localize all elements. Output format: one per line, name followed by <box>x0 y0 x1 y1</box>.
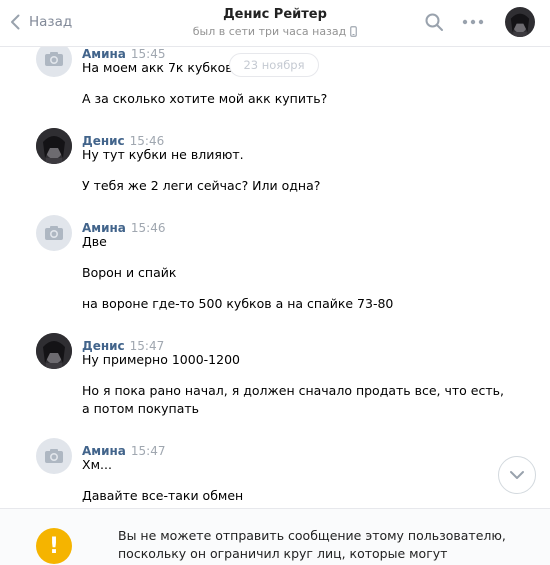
camera-icon[interactable] <box>36 438 72 474</box>
avatar[interactable] <box>36 128 72 164</box>
message-time[interactable]: 15:46 <box>130 134 165 148</box>
message-author[interactable]: Денис <box>82 134 125 148</box>
message-text: Хм... <box>82 457 112 472</box>
camera-icon[interactable] <box>36 215 72 251</box>
chevron-down-icon <box>510 471 524 479</box>
more-icon[interactable] <box>462 13 484 35</box>
message-author[interactable]: Денис <box>82 339 125 353</box>
message-text: Но я пока рано начал, я должен сначало п… <box>82 383 504 398</box>
scroll-down-button[interactable] <box>498 456 536 494</box>
message-text: У тебя же 2 леги сейчас? Или одна? <box>82 178 321 193</box>
phone-icon <box>350 26 358 37</box>
avatar[interactable] <box>505 7 535 37</box>
chat-header: Назад Денис Рейтер был в сети три часа н… <box>0 0 550 47</box>
peer-status: был в сети три часа назад <box>175 24 375 39</box>
message-time[interactable]: 15:47 <box>130 339 165 353</box>
message-time[interactable]: 15:45 <box>131 47 166 61</box>
message-author[interactable]: Амина <box>82 221 126 235</box>
peer-status-text: был в сети три часа назад <box>192 25 347 38</box>
message-text: Ну примерно 1000-1200 <box>82 352 240 367</box>
search-icon[interactable] <box>424 12 444 36</box>
message-text: Ну тут кубки не влияют. <box>82 147 244 162</box>
message-text: Две <box>82 234 107 249</box>
date-divider: 23 ноября <box>229 53 319 77</box>
notice-text: Вы не можете отправить сообщение этому п… <box>118 528 506 565</box>
message-text: Ворон и спайк <box>82 265 177 280</box>
message-history[interactable]: Амина 15:45 На моем акк 7к кубков А за ск… <box>0 0 550 564</box>
message-text: На моем акк 7к кубков <box>82 60 233 75</box>
avatar[interactable] <box>36 333 72 369</box>
message-text: а потом покупать <box>82 401 200 416</box>
message-author[interactable]: Амина <box>82 47 126 61</box>
warning-icon: ! <box>36 528 72 564</box>
peer-name[interactable]: Денис Рейтер <box>175 6 375 23</box>
peer-info[interactable]: Денис Рейтер был в сети три часа назад <box>175 6 375 39</box>
message-text: на вороне где-то 500 кубков а на спайке … <box>82 296 394 311</box>
back-label: Назад <box>29 14 73 30</box>
message-text: Давайте все-таки обмен <box>82 488 244 503</box>
message-text: А за сколько хотите мой акк купить? <box>82 91 328 106</box>
back-button[interactable]: Назад <box>10 9 72 35</box>
message-author[interactable]: Амина <box>82 444 126 458</box>
chevron-left-icon <box>11 14 20 30</box>
message-time[interactable]: 15:46 <box>131 221 166 235</box>
message-time[interactable]: 15:47 <box>131 444 166 458</box>
blocked-notice: ! Вы не можете отправить сообщение этому… <box>0 508 550 565</box>
